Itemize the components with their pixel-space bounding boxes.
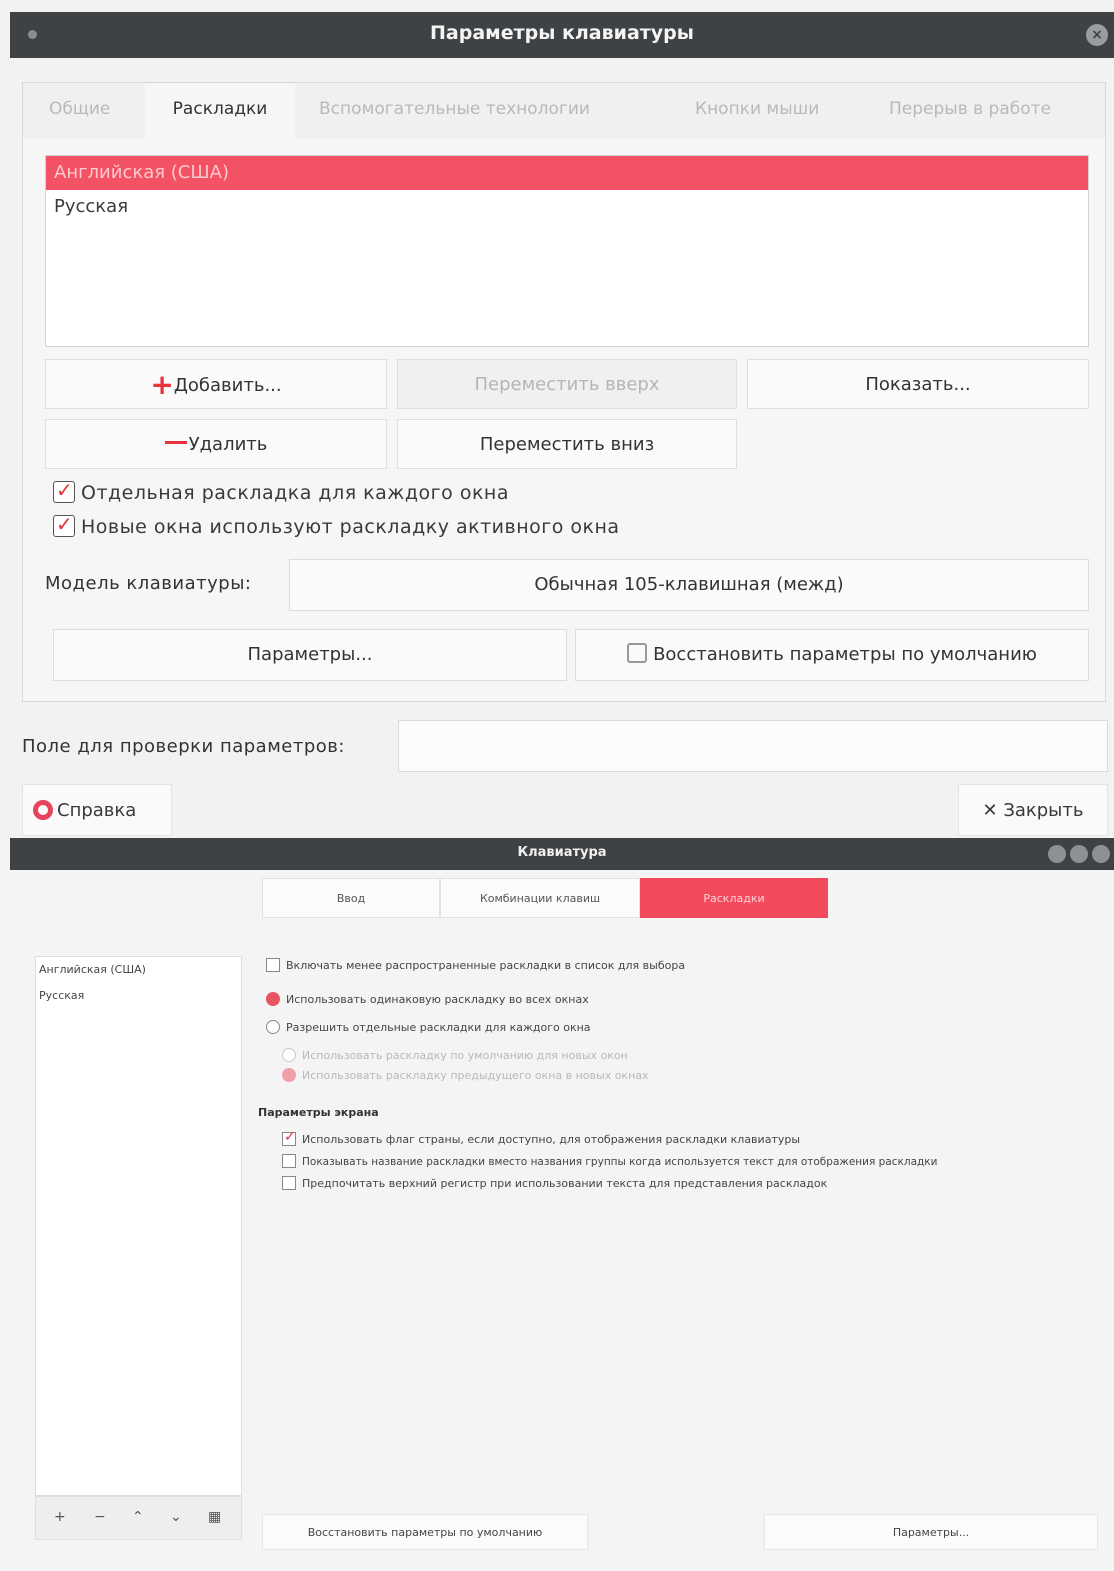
separate-layout-radio[interactable]: Разрешить отдельные раскладки для каждог… bbox=[266, 1020, 591, 1034]
checkbox[interactable] bbox=[282, 1154, 296, 1168]
option-label: Использовать раскладку предыдущего окна … bbox=[302, 1069, 649, 1082]
layout-item-russian[interactable]: Русская bbox=[46, 190, 1088, 224]
remove-label: Удалить bbox=[188, 434, 268, 455]
tab-mouse-keys[interactable]: Кнопки мыши bbox=[695, 99, 819, 119]
minimize-icon[interactable] bbox=[1048, 845, 1066, 863]
restore-icon bbox=[627, 643, 648, 663]
show-layout-button[interactable]: Показать... bbox=[747, 359, 1089, 409]
add-icon[interactable]: + bbox=[54, 1509, 66, 1525]
restore-label: Восстановить параметры по умолчанию bbox=[653, 644, 1037, 665]
layout-item-russian[interactable]: Русская bbox=[36, 983, 241, 1009]
option-label: Разрешить отдельные раскладки для каждог… bbox=[286, 1021, 591, 1034]
radio-selected[interactable] bbox=[282, 1068, 296, 1082]
default-new-radio[interactable]: Использовать раскладку по умолчанию для … bbox=[282, 1048, 628, 1062]
checkbox[interactable] bbox=[282, 1176, 296, 1190]
active-window-layout-checkbox[interactable]: Новые окна используют раскладку активног… bbox=[53, 512, 620, 538]
keyboard-window: Клавиатура Ввод Комбинации клавиш Раскла… bbox=[0, 838, 1114, 1571]
plus-icon: + bbox=[150, 368, 174, 401]
option-label: Использовать одинаковую раскладку во все… bbox=[286, 993, 589, 1006]
options-button[interactable]: Параметры... bbox=[53, 629, 567, 681]
checkbox-label: Новые окна используют раскладку активног… bbox=[81, 516, 620, 538]
lifebuoy-icon bbox=[33, 800, 53, 820]
option-label: Использовать флаг страны, если доступно,… bbox=[302, 1133, 801, 1146]
add-label: Добавить... bbox=[173, 375, 282, 396]
close-button[interactable]: ✕ Закрыть bbox=[958, 784, 1108, 836]
keyboard-preview-icon[interactable]: ▦ bbox=[208, 1509, 221, 1525]
checkbox[interactable] bbox=[266, 958, 280, 972]
option-label: Использовать раскладку по умолчанию для … bbox=[302, 1049, 628, 1062]
move-down-icon[interactable]: ⌄ bbox=[170, 1509, 182, 1525]
maximize-icon[interactable] bbox=[1070, 845, 1088, 863]
layout-item-english[interactable]: Английская (США) bbox=[36, 957, 241, 983]
move-up-button[interactable]: Переместить вверх bbox=[397, 359, 737, 409]
keyboard-model-label: Модель клавиатуры: bbox=[45, 573, 252, 594]
tab-layouts[interactable]: Раскладки bbox=[145, 83, 295, 139]
move-down-button[interactable]: Переместить вниз bbox=[397, 419, 737, 469]
display-section-heading: Параметры экрана bbox=[258, 1106, 379, 1119]
prev-new-radio[interactable]: Использовать раскладку предыдущего окна … bbox=[282, 1068, 649, 1082]
layout-list[interactable]: Английская (США) Русская bbox=[45, 155, 1089, 347]
tab-bar: Общие Раскладки Вспомогательные технолог… bbox=[23, 83, 1105, 139]
checkbox-checked[interactable] bbox=[53, 512, 75, 537]
window-title: Параметры клавиатуры bbox=[430, 22, 694, 44]
tab-general[interactable]: Общие bbox=[49, 99, 110, 119]
close-icon: ✕ bbox=[982, 800, 1004, 821]
checkbox-label: Отдельная раскладка для каждого окна bbox=[81, 482, 509, 504]
radio[interactable] bbox=[282, 1048, 296, 1062]
test-field-label: Поле для проверки параметров: bbox=[22, 736, 345, 757]
same-layout-radio[interactable]: Использовать одинаковую раскладку во все… bbox=[266, 992, 589, 1006]
option-label: Включать менее распространенные раскладк… bbox=[286, 959, 686, 972]
restore-defaults-button[interactable]: Восстановить параметры по умолчанию bbox=[575, 629, 1089, 681]
help-button[interactable]: Справка bbox=[22, 784, 172, 836]
tab-shortcuts[interactable]: Комбинации клавиш bbox=[440, 878, 640, 918]
checkbox-checked[interactable] bbox=[53, 478, 75, 503]
minus-icon bbox=[164, 441, 187, 444]
keyboard-model-button[interactable]: Обычная 105-клавишная (межд) bbox=[289, 559, 1089, 611]
radio[interactable] bbox=[266, 1020, 280, 1034]
title-bar: Клавиатура bbox=[10, 838, 1114, 870]
tab-typing-break[interactable]: Перерыв в работе bbox=[889, 99, 1051, 119]
option-label: Показывать название раскладки вместо наз… bbox=[302, 1156, 938, 1168]
radio-selected[interactable] bbox=[266, 992, 280, 1006]
restore-defaults-button[interactable]: Восстановить параметры по умолчанию bbox=[262, 1514, 588, 1550]
include-rare-checkbox[interactable]: Включать менее распространенные раскладк… bbox=[266, 958, 685, 972]
uppercase-checkbox[interactable]: Предпочитать верхний регистр при использ… bbox=[282, 1176, 827, 1190]
tab-frame: Общие Раскладки Вспомогательные технолог… bbox=[22, 82, 1106, 702]
separate-layout-checkbox[interactable]: Отдельная раскладка для каждого окна bbox=[53, 478, 509, 504]
add-layout-button[interactable]: +Добавить... bbox=[45, 359, 387, 409]
title-bar: Параметры клавиатуры × bbox=[10, 12, 1114, 58]
close-label: Закрыть bbox=[1003, 800, 1084, 821]
window-title: Клавиатура bbox=[517, 845, 607, 860]
layout-list[interactable]: Английская (США) Русская bbox=[35, 956, 242, 1496]
tab-accessibility[interactable]: Вспомогательные технологии bbox=[319, 99, 590, 119]
window-close-icon[interactable]: × bbox=[1086, 24, 1108, 46]
remove-layout-button[interactable]: Удалить bbox=[45, 419, 387, 469]
layout-list-toolbar: + − ⌃ ⌄ ▦ bbox=[35, 1496, 242, 1540]
move-up-icon[interactable]: ⌃ bbox=[132, 1509, 144, 1525]
help-label: Справка bbox=[57, 800, 137, 821]
close-icon[interactable] bbox=[1092, 845, 1110, 863]
layout-name-checkbox[interactable]: Показывать название раскладки вместо наз… bbox=[282, 1154, 937, 1168]
layout-item-english[interactable]: Английская (США) bbox=[46, 156, 1088, 190]
checkbox-checked[interactable] bbox=[282, 1129, 296, 1146]
remove-icon[interactable]: − bbox=[94, 1509, 106, 1525]
flag-checkbox[interactable]: Использовать флаг страны, если доступно,… bbox=[282, 1129, 801, 1146]
tab-input[interactable]: Ввод bbox=[262, 878, 440, 918]
test-input[interactable] bbox=[398, 720, 1108, 772]
keyboard-settings-window: Параметры клавиатуры × Общие Раскладки В… bbox=[0, 0, 1114, 838]
options-button[interactable]: Параметры... bbox=[764, 1514, 1098, 1550]
tab-layouts[interactable]: Раскладки bbox=[640, 878, 828, 918]
option-label: Предпочитать верхний регистр при использ… bbox=[302, 1177, 828, 1190]
